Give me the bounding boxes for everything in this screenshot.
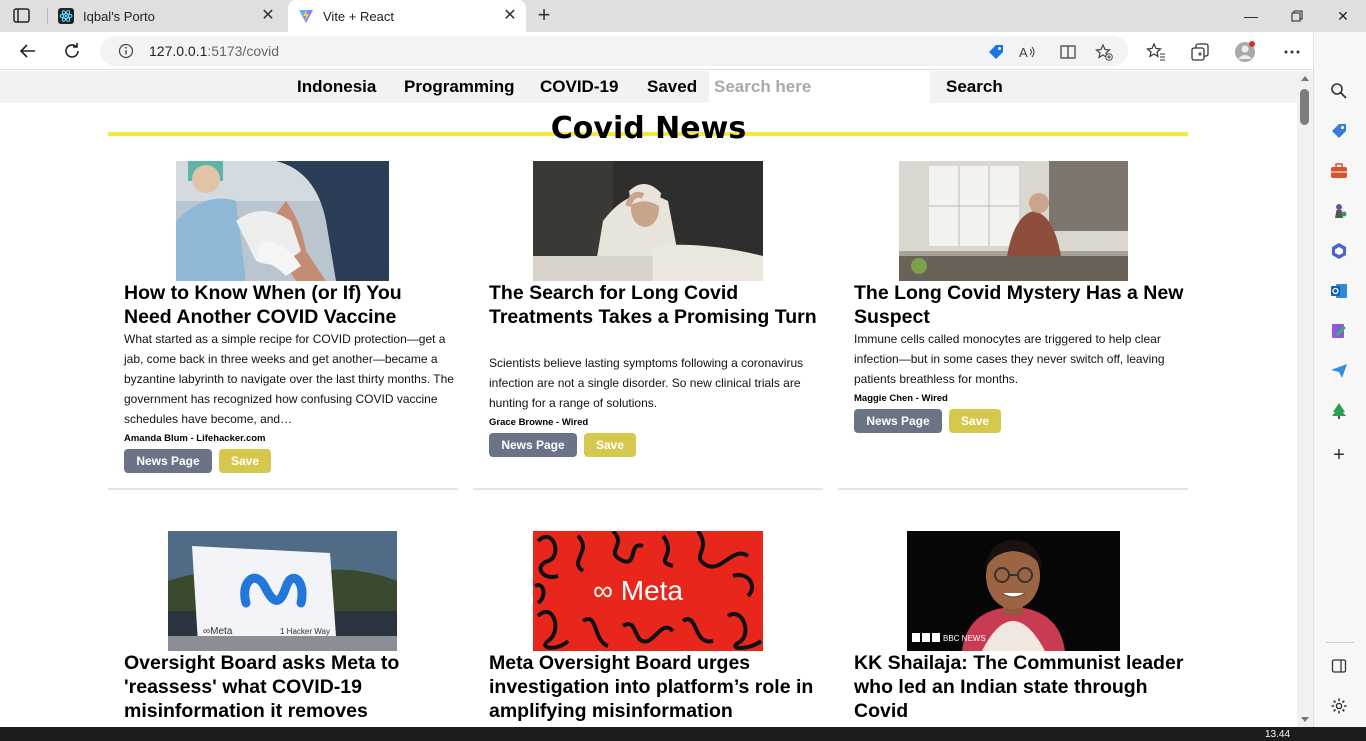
save-button[interactable]: Save: [219, 449, 271, 473]
url-text: 127.0.0.1:5173/covid: [149, 43, 279, 59]
scroll-up-icon[interactable]: [1301, 76, 1309, 81]
microsoft365-icon[interactable]: [1328, 240, 1350, 262]
back-icon[interactable]: [14, 37, 42, 65]
article-card: ∞ Meta Meta Oversight Board urges invest…: [473, 531, 823, 727]
article-card: ∞Meta 1 Hacker Way Oversight Board asks …: [108, 531, 458, 727]
nav-covid-19[interactable]: COVID-19: [540, 77, 618, 97]
svg-text:A: A: [1019, 45, 1028, 60]
react-icon: [58, 8, 74, 24]
tab-actions-icon[interactable]: [12, 7, 32, 25]
nav-indonesia[interactable]: Indonesia: [297, 77, 376, 97]
scroll-down-icon[interactable]: [1301, 717, 1309, 722]
article-title[interactable]: KK Shailaja: The Communist leader who le…: [854, 651, 1184, 723]
url-path: :5173/covid: [207, 43, 279, 59]
url-host: 127.0.0.1: [149, 43, 208, 59]
article-author: Amanda Blum - Lifehacker.com: [124, 433, 266, 444]
collections-icon[interactable]: [1189, 41, 1211, 63]
site-navbar: Indonesia Programming COVID-19 Saved Sea…: [0, 71, 1297, 103]
article-card: The Long Covid Mystery Has a New Suspect…: [838, 161, 1188, 491]
tab-strip: Iqbal's Porto ✕ Vite + React ✕ + — ✕: [0, 0, 1366, 32]
article-card: BBC NEWS KK Shailaja: The Communist lead…: [838, 531, 1188, 727]
close-icon[interactable]: ✕: [502, 8, 518, 24]
close-window-icon[interactable]: ✕: [1320, 0, 1366, 32]
browser-toolbar: 127.0.0.1:5173/covid A: [0, 32, 1366, 70]
article-card: The Search for Long Covid Treatments Tak…: [473, 161, 823, 491]
sidebar-divider: [1326, 642, 1354, 643]
info-icon[interactable]: [118, 43, 134, 59]
profile-avatar-icon[interactable]: [1234, 41, 1256, 63]
article-title[interactable]: Meta Oversight Board urges investigation…: [489, 651, 819, 723]
close-icon[interactable]: ✕: [260, 8, 276, 24]
tools-briefcase-icon[interactable]: [1328, 160, 1350, 182]
tired-woman-photo: [533, 161, 763, 281]
search-button[interactable]: Search: [946, 77, 1003, 97]
address-bar[interactable]: 127.0.0.1:5173/covid A: [100, 36, 1128, 66]
favorites-icon[interactable]: [1145, 41, 1167, 63]
article-author: Grace Browne - Wired: [489, 417, 589, 428]
meta-sign-photo: ∞Meta 1 Hacker Way: [168, 531, 397, 651]
page-viewport: Indonesia Programming COVID-19 Saved Sea…: [0, 71, 1297, 727]
taskbar-clock: 13.44: [1265, 729, 1291, 740]
article-description: What started as a simple recipe for COVI…: [124, 332, 454, 426]
vite-icon: [298, 8, 314, 24]
search-input[interactable]: [709, 71, 930, 103]
tab-title: Vite + React: [323, 8, 394, 24]
article-card: How to Know When (or If) You Need Anothe…: [108, 161, 458, 491]
sidebar-layout-icon[interactable]: [1328, 655, 1350, 677]
shailaja-portrait: BBC NEWS: [907, 531, 1120, 651]
page-title: Covid News: [0, 111, 1297, 146]
scrollbar-thumb[interactable]: [1300, 89, 1309, 125]
card-divider: [473, 488, 823, 490]
os-taskbar: 13.44: [0, 727, 1366, 741]
article-title[interactable]: How to Know When (or If) You Need Anothe…: [124, 281, 454, 329]
article-description: Scientists believe lasting symptoms foll…: [489, 356, 804, 410]
search-icon[interactable]: [1328, 80, 1350, 102]
shopping-tag-icon[interactable]: [1328, 120, 1350, 142]
tab-vite-react[interactable]: Vite + React ✕: [288, 0, 526, 32]
read-aloud-icon[interactable]: A: [1018, 42, 1038, 62]
meta-sign-logo: ∞Meta: [203, 626, 233, 637]
send-icon[interactable]: [1328, 360, 1350, 382]
news-page-button[interactable]: News Page: [854, 409, 942, 433]
designer-icon[interactable]: [1328, 320, 1350, 342]
meta-logo-text: ∞ Meta: [593, 575, 683, 606]
article-title[interactable]: Oversight Board asks Meta to 'reassess' …: [124, 651, 454, 723]
minimize-icon[interactable]: —: [1228, 0, 1274, 32]
outlook-icon[interactable]: [1328, 280, 1350, 302]
coupon-tag-icon[interactable]: [986, 42, 1006, 62]
card-divider: [108, 488, 458, 490]
card-divider: [838, 488, 1188, 490]
reader-view-icon[interactable]: [1058, 42, 1078, 62]
new-tab-icon[interactable]: +: [533, 4, 555, 27]
restore-icon[interactable]: [1274, 0, 1320, 32]
article-author: Maggie Chen - Wired: [854, 393, 948, 404]
meta-logo-red: ∞ Meta: [533, 531, 763, 651]
add-favorite-icon[interactable]: [1094, 42, 1114, 62]
page-title-text: Covid News: [550, 111, 747, 146]
save-button[interactable]: Save: [584, 433, 636, 457]
settings-gear-icon[interactable]: [1328, 695, 1350, 717]
article-title[interactable]: The Long Covid Mystery Has a New Suspect: [854, 281, 1184, 329]
article-title[interactable]: The Search for Long Covid Treatments Tak…: [489, 281, 819, 329]
meta-sign-address: 1 Hacker Way: [280, 627, 330, 636]
tree-icon[interactable]: [1328, 400, 1350, 422]
article-description: Immune cells called monocytes are trigge…: [854, 332, 1165, 386]
save-button[interactable]: Save: [949, 409, 1001, 433]
vaccine-photo: [176, 161, 389, 281]
tab-iqbals-porto[interactable]: Iqbal's Porto ✕: [48, 0, 284, 32]
tab-title: Iqbal's Porto: [83, 8, 155, 24]
nav-programming[interactable]: Programming: [404, 77, 515, 97]
man-kitchen-photo: [899, 161, 1128, 281]
news-page-button[interactable]: News Page: [124, 449, 212, 473]
page-scrollbar[interactable]: [1297, 71, 1313, 727]
edge-sidebar: +: [1313, 32, 1366, 727]
nav-saved[interactable]: Saved: [647, 77, 697, 97]
games-chess-icon[interactable]: [1328, 200, 1350, 222]
news-page-button[interactable]: News Page: [489, 433, 577, 457]
add-sidebar-app-icon[interactable]: +: [1328, 444, 1350, 466]
refresh-icon[interactable]: [58, 37, 86, 65]
more-options-icon[interactable]: [1281, 41, 1303, 63]
bbc-news-watermark: BBC NEWS: [943, 634, 986, 643]
